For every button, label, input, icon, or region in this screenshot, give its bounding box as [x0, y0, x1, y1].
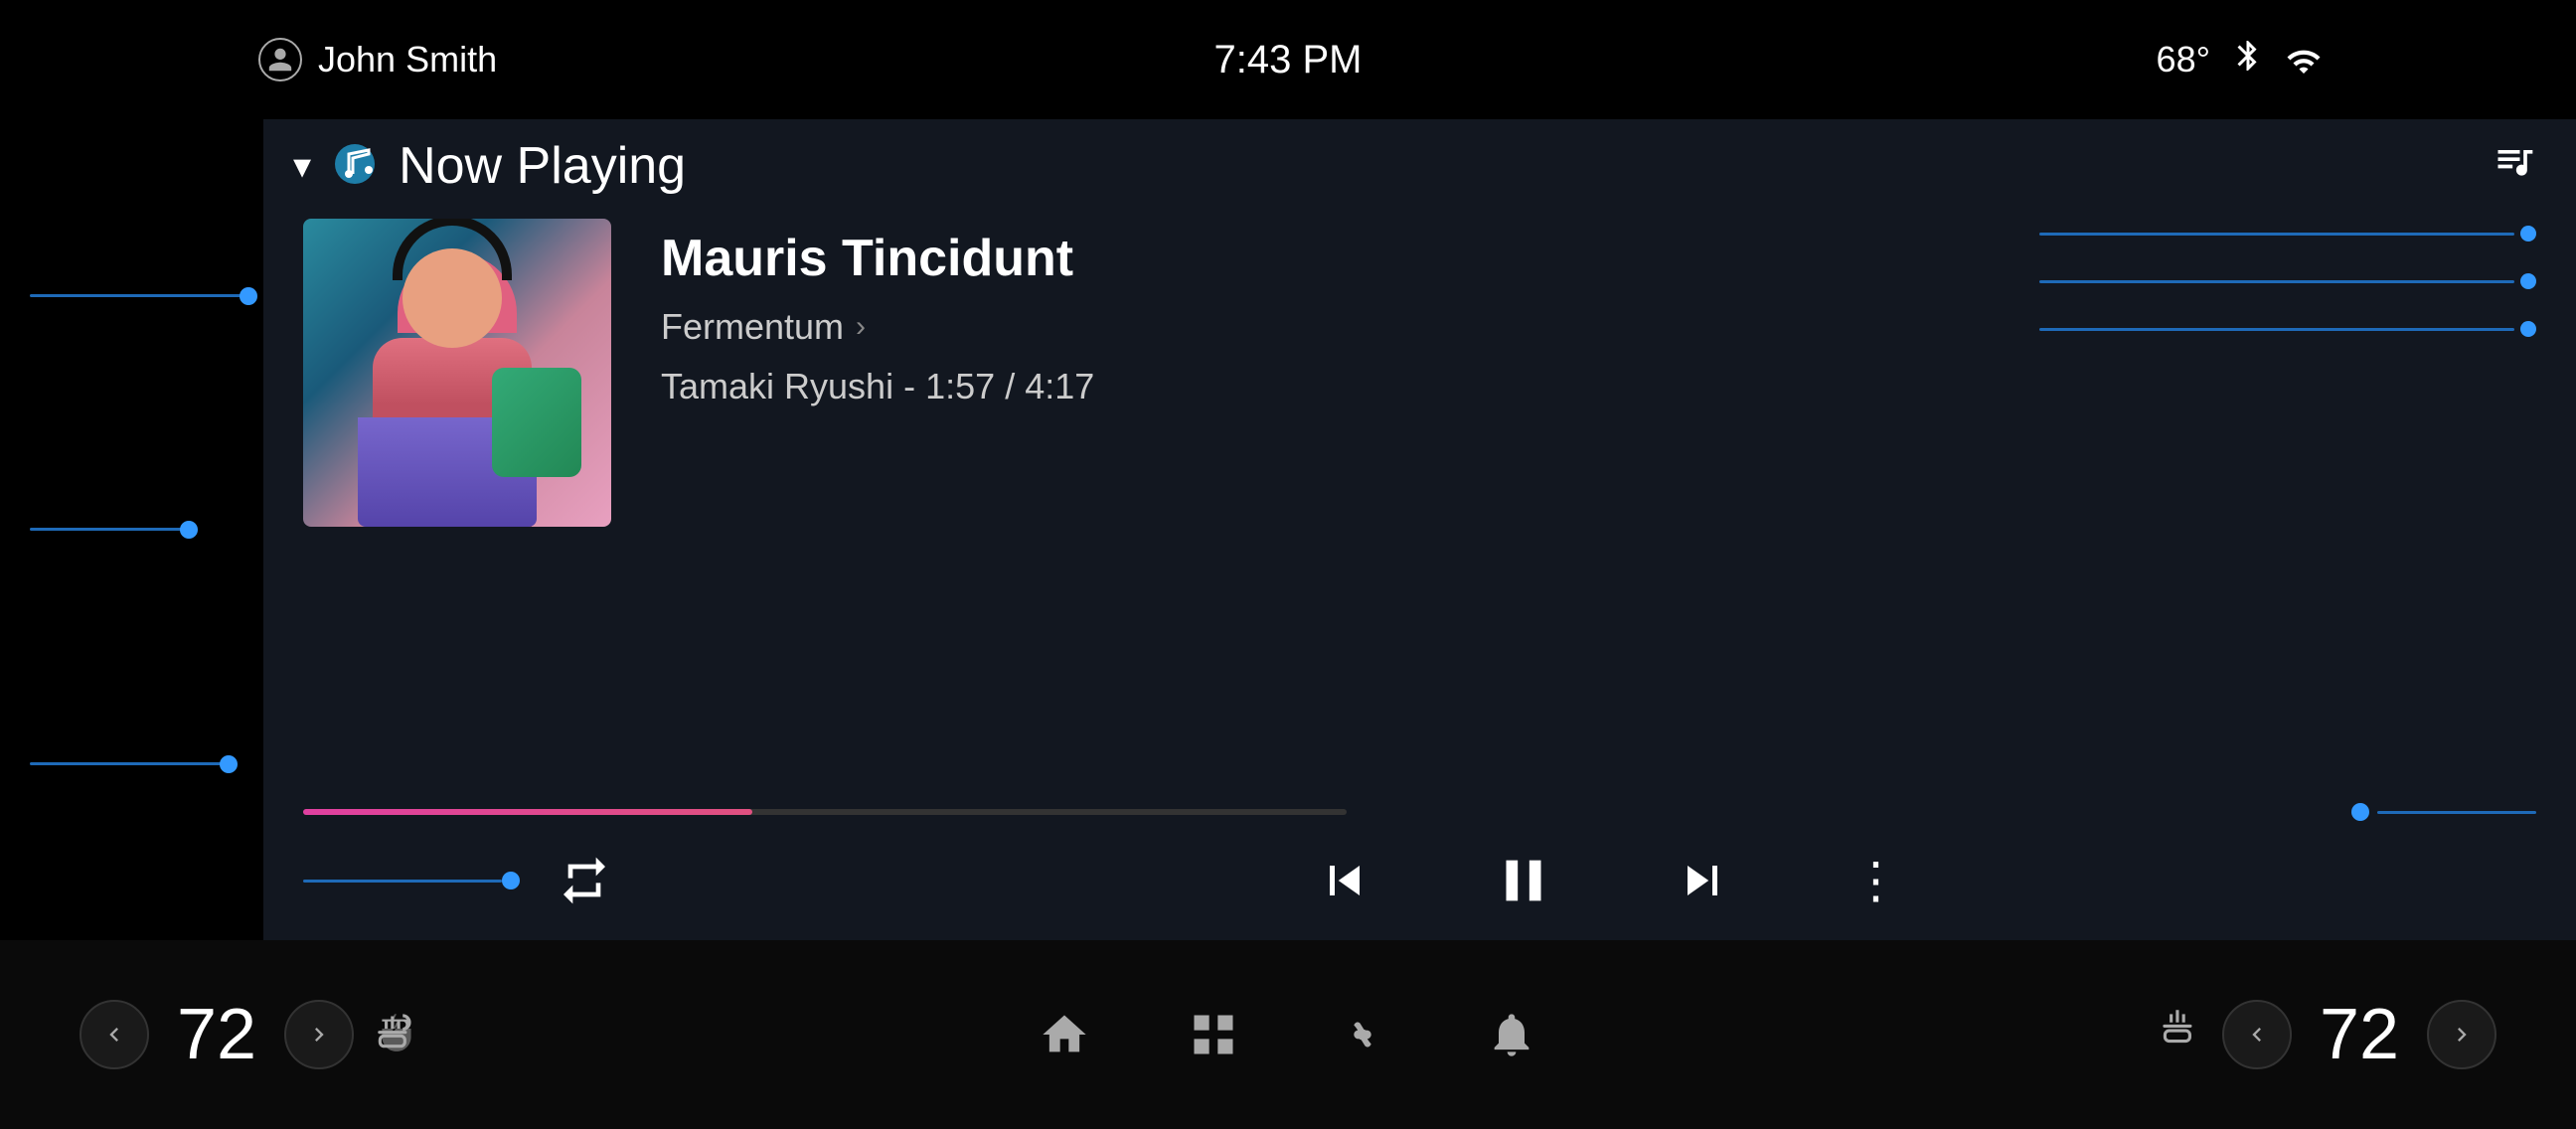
track-artist-time: Tamaki Ryushi - 1:57 / 4:17 — [661, 366, 1990, 407]
right-slider-3 — [2039, 326, 2536, 332]
progress-section — [263, 803, 2576, 821]
right-temp-value: 72 — [2310, 994, 2409, 1075]
status-bar: John Smith 7:43 PM 68° — [0, 0, 2576, 119]
progress-track[interactable] — [303, 809, 1347, 815]
more-options-button[interactable]: ⋮ — [1842, 846, 1911, 915]
album-chevron-icon: › — [856, 310, 866, 344]
left-slider-1 — [30, 293, 263, 299]
status-time: 7:43 PM — [1214, 38, 1363, 82]
player-header-left: ▾ Now Playing — [293, 136, 686, 196]
bell-button[interactable] — [1477, 1000, 1546, 1069]
user-avatar-icon — [258, 38, 302, 81]
left-temp-value: 72 — [167, 994, 266, 1075]
right-heat-seat-icon — [2155, 1004, 2204, 1065]
username-label: John Smith — [318, 39, 497, 81]
left-temp-control: 72 — [80, 994, 421, 1075]
right-temp-control: 72 — [2155, 994, 2496, 1075]
track-current-time: 1:57 — [925, 366, 995, 406]
progress-fill — [303, 809, 752, 815]
track-total-time: 4:17 — [1025, 366, 1094, 406]
signal-icon — [2286, 44, 2318, 76]
playback-controls: ⋮ — [679, 841, 2536, 920]
queue-icon[interactable] — [2493, 139, 2536, 193]
right-slider-1 — [2039, 231, 2536, 237]
track-album[interactable]: Fermentum › — [661, 306, 1990, 348]
fan-button[interactable] — [1328, 1000, 1397, 1069]
player-content: Mauris Tincidunt Fermentum › Tamaki Ryus… — [263, 209, 2576, 813]
bluetooth-icon — [2230, 38, 2266, 82]
repeat-button[interactable] — [550, 846, 619, 915]
next-button[interactable] — [1663, 841, 1742, 920]
right-sliders — [2039, 219, 2536, 332]
home-button[interactable] — [1030, 1000, 1099, 1069]
progress-right-slider — [2351, 803, 2536, 821]
right-temp-increase-button[interactable] — [2427, 1000, 2496, 1069]
track-info: Mauris Tincidunt Fermentum › Tamaki Ryus… — [661, 219, 1990, 407]
repeat-control — [303, 846, 619, 915]
right-temp-decrease-button[interactable] — [2222, 1000, 2292, 1069]
previous-button[interactable] — [1305, 841, 1384, 920]
left-slider-3 — [30, 760, 263, 766]
player-card: ▾ Now Playing — [263, 119, 2576, 940]
bottom-bar: 72 — [0, 940, 2576, 1129]
left-temp-decrease-button[interactable] — [80, 1000, 149, 1069]
music-note-icon — [331, 140, 379, 193]
controls-section: ⋮ — [263, 821, 2576, 940]
pause-button[interactable] — [1484, 841, 1563, 920]
collapse-button[interactable]: ▾ — [293, 145, 311, 187]
now-playing-title: Now Playing — [399, 136, 686, 196]
status-left: John Smith — [258, 38, 497, 81]
left-sliders-panel — [0, 119, 263, 940]
player-header: ▾ Now Playing — [263, 119, 2576, 209]
left-slider-2 — [30, 527, 263, 533]
nav-icons — [1030, 1000, 1546, 1069]
track-time-slash: / — [1005, 366, 1025, 406]
right-slider-2 — [2039, 278, 2536, 284]
left-heat-seat-icon — [372, 1004, 421, 1065]
temperature-label: 68° — [2157, 39, 2210, 81]
track-time-separator: - — [903, 366, 925, 406]
status-right: 68° — [2157, 38, 2318, 82]
track-name: Mauris Tincidunt — [661, 229, 1990, 288]
track-artist: Tamaki Ryushi — [661, 366, 893, 406]
album-art — [303, 219, 611, 527]
grid-button[interactable] — [1179, 1000, 1248, 1069]
left-temp-increase-button[interactable] — [284, 1000, 354, 1069]
